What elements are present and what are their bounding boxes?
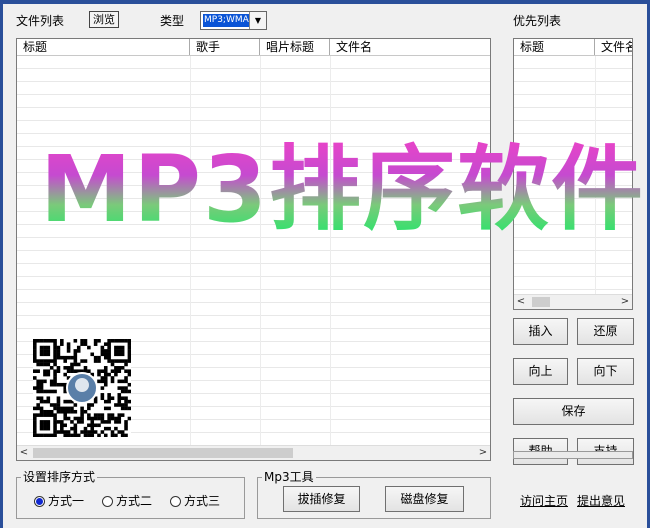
radio-icon[interactable] — [170, 496, 181, 507]
move-down-button[interactable]: 向下 — [577, 358, 634, 385]
sort-option-2-label: 方式二 — [116, 494, 153, 508]
sort-option-3-label: 方式三 — [184, 494, 221, 508]
mp3-tools-group-title: Mp3工具 — [262, 470, 316, 484]
window-frame-top — [0, 0, 650, 4]
save-button[interactable]: 保存 — [513, 398, 634, 425]
sort-option-1-label: 方式一 — [48, 494, 85, 508]
priority-list-horizontal-scrollbar[interactable]: < > — [514, 294, 632, 309]
type-label: 类型 — [160, 14, 185, 28]
column-divider — [260, 56, 261, 446]
file-list-header: 标题 歌手 唱片标题 文件名 — [17, 39, 490, 56]
sort-option-2[interactable]: 方式二 — [102, 492, 152, 509]
insert-button[interactable]: 插入 — [513, 318, 568, 345]
scroll-right-icon[interactable]: > — [476, 446, 490, 460]
type-select-value: MP3;WMA — [203, 14, 249, 27]
progress-bar — [513, 451, 633, 459]
type-select[interactable]: MP3;WMA ▼ — [200, 11, 267, 30]
column-header-title[interactable]: 标题 — [17, 39, 190, 55]
feedback-link[interactable]: 提出意见 — [577, 492, 625, 509]
sort-option-3[interactable]: 方式三 — [170, 492, 220, 509]
browse-button[interactable]: 浏览 — [89, 11, 119, 28]
sort-method-group-title: 设置排序方式 — [21, 470, 98, 484]
column-header-artist[interactable]: 歌手 — [190, 39, 260, 55]
column-divider — [330, 56, 331, 446]
file-list-horizontal-scrollbar[interactable]: < > — [17, 445, 490, 460]
priority-list-header: 标题 文件名 — [514, 39, 632, 56]
radio-icon[interactable] — [102, 496, 113, 507]
scroll-left-icon[interactable]: < — [514, 295, 528, 309]
priority-list-label: 优先列表 — [513, 14, 562, 28]
column-header-album[interactable]: 唱片标题 — [260, 39, 330, 55]
priority-column-header-title[interactable]: 标题 — [514, 39, 595, 55]
sort-option-1[interactable]: 方式一 — [34, 492, 84, 509]
scrollbar-thumb[interactable] — [532, 297, 550, 307]
priority-column-header-filename[interactable]: 文件名 — [595, 39, 632, 55]
scroll-left-icon[interactable]: < — [17, 446, 31, 460]
plug-fix-button[interactable]: 拔插修复 — [283, 486, 360, 512]
move-up-button[interactable]: 向上 — [513, 358, 568, 385]
scroll-right-icon[interactable]: > — [618, 295, 632, 309]
file-list-label: 文件列表 — [16, 14, 65, 28]
radio-selected-icon[interactable] — [34, 496, 45, 507]
scrollbar-thumb[interactable] — [33, 448, 293, 458]
chevron-down-icon[interactable]: ▼ — [249, 12, 266, 29]
disk-fix-button[interactable]: 磁盘修复 — [385, 486, 464, 512]
column-divider — [190, 56, 191, 446]
qr-code-image — [33, 339, 132, 438]
restore-button[interactable]: 还原 — [577, 318, 634, 345]
visit-homepage-link[interactable]: 访问主页 — [520, 492, 568, 509]
column-header-filename[interactable]: 文件名 — [330, 39, 490, 55]
watermark-title: MP3排序软件 — [40, 136, 645, 243]
